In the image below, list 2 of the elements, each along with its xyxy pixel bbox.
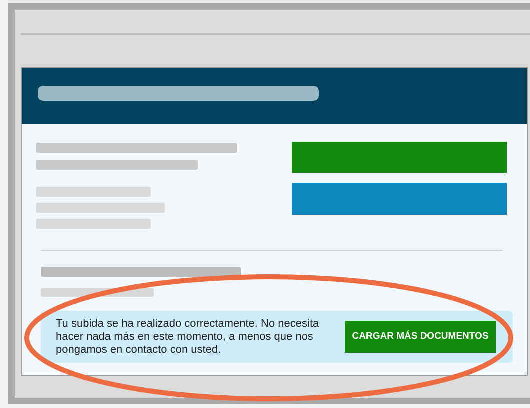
success-message: Tu subida se ha realizado correctamente. No necesita hacer nada más en este momento, a menos que nos pongamos en contacto con usted. bbox=[56, 318, 320, 356]
upload-more-button[interactable]: CARGAR MÁS DOCUMENTOS bbox=[345, 321, 496, 353]
